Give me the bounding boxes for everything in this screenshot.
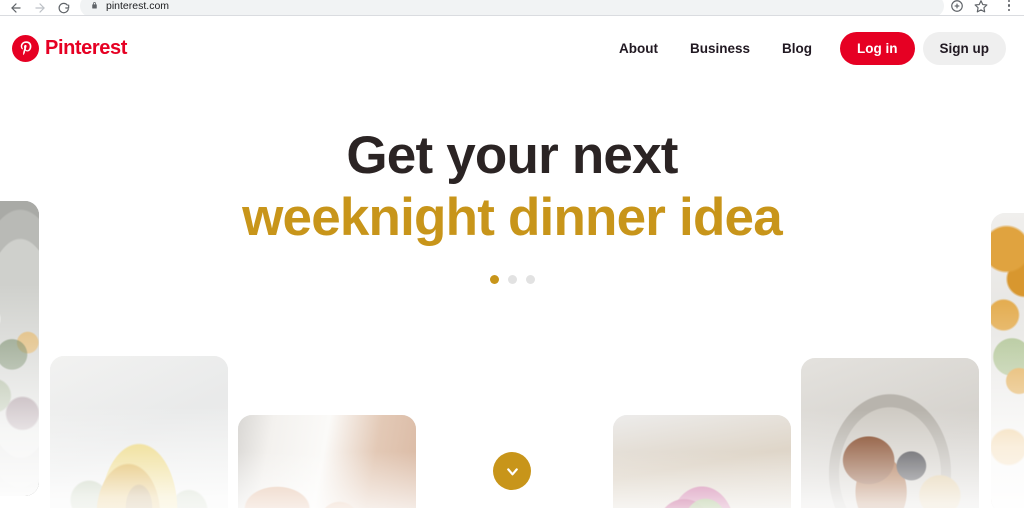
card-baker-hands[interactable] <box>238 415 416 508</box>
login-button[interactable]: Log in <box>840 31 915 65</box>
image-collage <box>0 17 1024 508</box>
card-fade-overlay <box>991 213 1024 508</box>
card-cauliflower-flatbread[interactable] <box>991 213 1024 508</box>
card-beet-toast[interactable] <box>613 415 791 508</box>
pinterest-landing-page: Pinterest About Business Blog Log in Sig… <box>0 17 1024 508</box>
browser-chrome: pinterest.com <box>0 0 1024 16</box>
site-header: Pinterest About Business Blog Log in Sig… <box>0 17 1024 79</box>
card-roasted-chicken[interactable] <box>801 358 979 508</box>
nav-link-about[interactable]: About <box>603 33 674 64</box>
carousel-dot-2[interactable] <box>507 275 517 284</box>
star-icon[interactable] <box>974 0 988 13</box>
header-nav: About Business Blog Log in Sign up <box>603 31 1006 65</box>
carousel-dots <box>0 275 1024 284</box>
back-icon[interactable] <box>8 0 24 15</box>
carousel-dot-3[interactable] <box>525 275 535 284</box>
nav-link-business[interactable]: Business <box>674 33 766 64</box>
nav-link-blog[interactable]: Blog <box>766 33 828 64</box>
address-bar[interactable]: pinterest.com <box>80 0 944 15</box>
omnibox-actions <box>950 0 988 13</box>
lock-icon <box>92 2 97 9</box>
pinterest-logo-icon <box>12 34 39 62</box>
card-fade-overlay <box>613 415 791 508</box>
carousel-dot-1[interactable] <box>489 275 499 284</box>
forward-icon[interactable] <box>32 0 48 15</box>
pinterest-wordmark: Pinterest <box>45 36 127 59</box>
card-fade-overlay <box>801 358 979 508</box>
kebab-menu-icon[interactable] <box>1000 0 1018 12</box>
card-salad-plate[interactable] <box>0 201 39 496</box>
chevron-down-icon <box>506 467 518 475</box>
reload-icon[interactable] <box>56 0 72 15</box>
scroll-down-button[interactable] <box>493 452 531 490</box>
pinterest-logo[interactable]: Pinterest <box>12 34 127 62</box>
signup-button[interactable]: Sign up <box>922 31 1006 65</box>
card-fade-overlay <box>0 201 39 496</box>
card-fade-overlay <box>50 356 228 508</box>
card-fade-overlay <box>238 415 416 508</box>
address-bar-url: pinterest.com <box>106 0 170 12</box>
install-app-icon[interactable] <box>950 0 964 13</box>
card-yellow-custard[interactable] <box>50 356 228 508</box>
browser-nav-buttons <box>0 0 72 15</box>
